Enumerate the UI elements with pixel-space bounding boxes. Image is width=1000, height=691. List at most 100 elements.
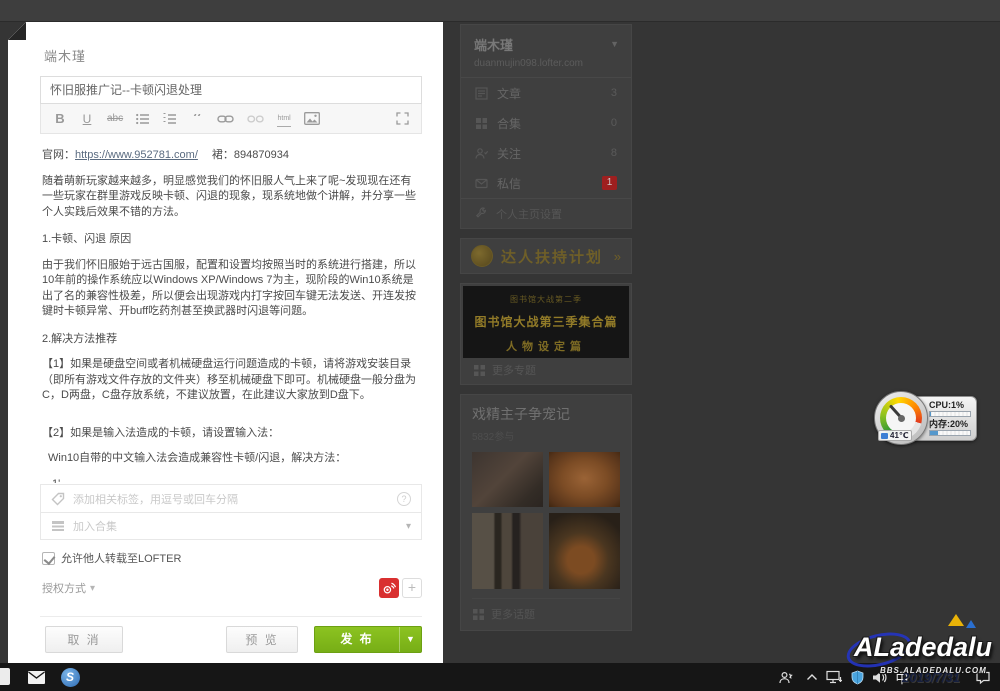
tag-input-row[interactable]: 添加相关标签，用逗号或回车分隔 ?: [41, 485, 421, 512]
allow-repost-checkbox[interactable]: [42, 552, 55, 565]
topic-photo-2[interactable]: [549, 452, 620, 507]
watermark-logo-triangle-yellow: [948, 614, 964, 626]
grid-icon: [474, 365, 485, 376]
topic-card: 戏精主子争宠记 5832参与 更多话题: [460, 394, 632, 631]
banner-subtitle: 人物设定篇: [463, 338, 629, 354]
help-icon[interactable]: ?: [397, 492, 411, 506]
article-count: 3: [611, 87, 617, 99]
following-count: 8: [611, 147, 617, 159]
sogou-browser-icon[interactable]: S: [58, 663, 82, 691]
unordered-list-icon[interactable]: [136, 111, 150, 127]
sidebar-item-label: 关注: [497, 145, 521, 162]
sidebar-item-label: 文章: [497, 85, 521, 102]
browser-top-bar: [0, 0, 1000, 22]
more-specials-label: 更多专题: [492, 362, 536, 378]
medal-icon: [471, 245, 493, 267]
add-share-button[interactable]: +: [402, 578, 422, 598]
mail-icon[interactable]: [24, 663, 48, 691]
ordered-list-icon[interactable]: [163, 111, 177, 127]
topic-photo-1[interactable]: [472, 452, 543, 507]
chevron-down-icon[interactable]: ▾: [406, 521, 411, 532]
sidebar-item-following[interactable]: 关注 8: [461, 138, 631, 168]
more-specials-link[interactable]: 更多专题: [463, 358, 629, 382]
publish-label[interactable]: 发 布: [315, 627, 399, 652]
topic-participants: 5832参与: [472, 428, 620, 443]
memory-usage-label: 内存:20%: [929, 419, 972, 429]
collection-placeholder: 加入合集: [73, 518, 398, 534]
blog-domain: duanmujin098.lofter.com: [474, 58, 618, 69]
campaign-card: 图书馆大战第二季 图书馆大战第三季集合篇 人物设定篇 更多专题: [460, 283, 632, 385]
talent-support-label: 达人扶持计划: [501, 246, 603, 267]
html-icon[interactable]: html: [277, 111, 291, 127]
collection-icon: [475, 117, 488, 130]
cpu-usage-label: CPU:1%: [929, 400, 972, 410]
cpu-usage-bar: [929, 411, 971, 417]
grid-icon: [473, 609, 484, 620]
fullscreen-icon[interactable]: [395, 111, 409, 127]
site-label: 官网：: [42, 149, 75, 161]
tag-icon: [51, 492, 65, 506]
message-icon: [475, 177, 488, 190]
group-number: 裙：894870934: [212, 149, 289, 161]
sidebar-item-articles[interactable]: 文章 3: [461, 78, 631, 108]
chevron-down-icon[interactable]: ▼: [610, 39, 619, 49]
sidebar-item-homepage-settings[interactable]: 个人主页设置: [461, 198, 631, 228]
topic-title[interactable]: 戏精主子争宠记: [472, 404, 620, 424]
banner-ribbon-text: 图书馆大战第二季: [463, 294, 629, 305]
volume-icon[interactable]: [868, 663, 890, 691]
tag-input-placeholder: 添加相关标签，用逗号或回车分隔: [73, 491, 389, 507]
publish-options-caret-icon[interactable]: ▼: [399, 627, 421, 652]
campaign-banner[interactable]: 图书馆大战第二季 图书馆大战第三季集合篇 人物设定篇: [463, 286, 629, 358]
cancel-button[interactable]: 取 消: [45, 626, 123, 653]
user-summary[interactable]: 端木瑾 ▼ duanmujin098.lofter.com: [461, 25, 631, 77]
sidebar-item-messages[interactable]: 私信 1: [461, 168, 631, 198]
double-arrow-icon: »: [614, 249, 621, 264]
talent-support-banner[interactable]: 达人扶持计划 »: [460, 238, 632, 274]
paragraph: 1': [52, 477, 420, 484]
sidebar-username: 端木瑾: [474, 35, 618, 54]
mem-bar-fill: [930, 431, 938, 435]
security-shield-icon[interactable]: [846, 663, 868, 691]
topic-photo-3[interactable]: [472, 513, 543, 589]
network-icon[interactable]: [822, 663, 846, 691]
editor-toolbar: B U abc ” html: [40, 104, 422, 134]
watermark-logo-triangle-blue: [966, 620, 976, 628]
post-title-input[interactable]: 怀旧服推广记--卡顿闪退处理: [40, 76, 422, 104]
more-topics-link[interactable]: 更多话题: [472, 598, 620, 622]
people-icon[interactable]: [774, 663, 798, 691]
editor-username: 端木瑾: [44, 46, 86, 65]
link-icon[interactable]: [217, 111, 234, 127]
publish-button[interactable]: 发 布 ▼: [314, 626, 422, 653]
cpu-meter-gadget[interactable]: CPU:1% 内存:20% 41℃: [876, 394, 977, 443]
taskbar-app-partial-icon[interactable]: [0, 668, 10, 685]
wrench-icon: [475, 207, 488, 220]
quote-icon[interactable]: ”: [190, 114, 204, 124]
strikethrough-icon[interactable]: abc: [107, 111, 123, 127]
paragraph: 【2】如果是输入法造成的卡顿，请设置输入法：: [42, 426, 420, 442]
post-body-editor[interactable]: 官网：https://www.952781.com/裙：894870934 随着…: [40, 138, 422, 483]
gauge-cap: [898, 415, 905, 422]
weibo-share-icon[interactable]: [379, 578, 399, 598]
sidebar-item-label: 个人主页设置: [496, 206, 562, 222]
official-site-link[interactable]: https://www.952781.com/: [75, 149, 198, 161]
unlink-icon[interactable]: [247, 111, 264, 127]
allow-repost-row: 允许他人转载至LOFTER: [42, 550, 181, 566]
license-row: 授权方式 ▾ +: [42, 580, 422, 602]
chevron-up-icon[interactable]: [802, 663, 822, 691]
preview-button[interactable]: 预 览: [226, 626, 298, 653]
paragraph: 由于我们怀旧服始于远古国服，配置和设置均按照当时的系统进行搭建，所以10年前的操…: [42, 258, 420, 320]
bold-icon[interactable]: B: [53, 111, 67, 127]
banner-title: 图书馆大战第三季集合篇: [463, 313, 629, 330]
license-dropdown[interactable]: 授权方式 ▾: [42, 580, 95, 596]
action-center-icon[interactable]: [970, 663, 996, 691]
sidebar-item-label: 合集: [497, 115, 521, 132]
ime-indicator[interactable]: 中: [892, 663, 912, 691]
collection-select-row[interactable]: 加入合集 ▾: [41, 512, 421, 539]
chevron-down-icon: ▾: [90, 583, 95, 594]
underline-icon[interactable]: U: [80, 111, 94, 127]
article-icon: [475, 87, 488, 100]
topic-photo-4[interactable]: [549, 513, 620, 589]
memory-usage-bar: [929, 430, 971, 436]
sidebar-item-collections[interactable]: 合集 0: [461, 108, 631, 138]
image-icon[interactable]: [304, 111, 320, 127]
